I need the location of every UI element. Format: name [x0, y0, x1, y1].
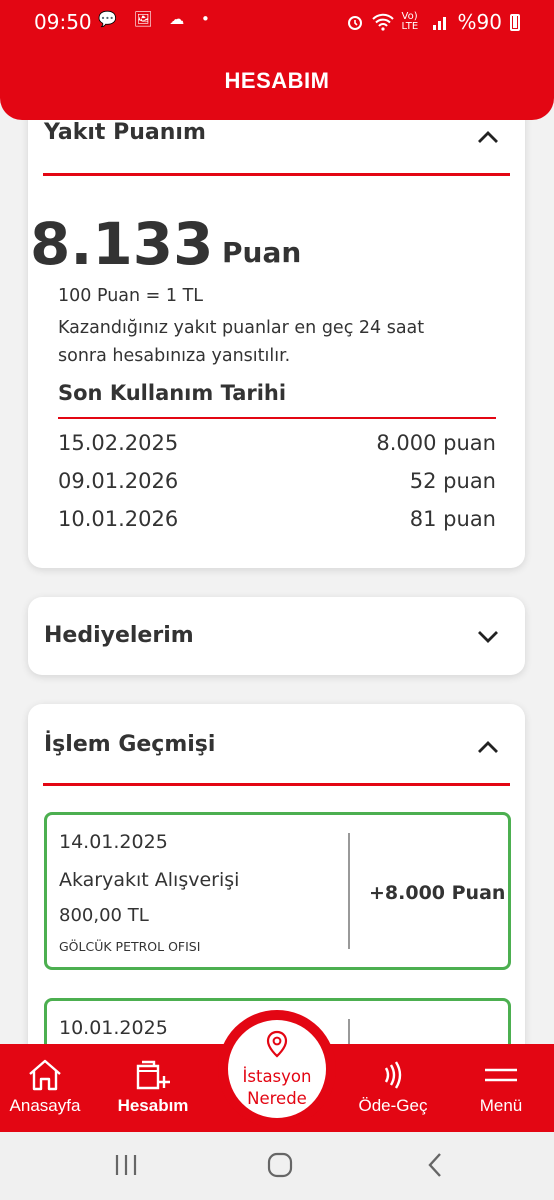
nav-account[interactable]: Hesabım: [108, 1044, 198, 1132]
expiry-date: 09.01.2026: [58, 469, 179, 493]
alarm-icon: [347, 16, 362, 30]
chevron-down-icon[interactable]: [477, 626, 499, 648]
system-navigation-bar: [0, 1132, 554, 1200]
network-label: Vo) LTE: [401, 11, 419, 32]
app-header: 09:50 💬 🖼 ☁ • Vo) LTE %90 HESABIM: [0, 0, 554, 120]
contactless-icon: [384, 1061, 402, 1089]
transaction-date: 14.01.2025: [59, 831, 168, 853]
transaction-item[interactable]: 14.01.2025 Akaryakıt Alışverişi 800,00 T…: [44, 812, 511, 970]
station-finder-button[interactable]: İstasyon Nerede: [218, 1010, 336, 1128]
transaction-date: 10.01.2025: [59, 1017, 168, 1039]
expiry-amount: 8.000 puan: [376, 431, 496, 455]
points-unit: Puan: [222, 236, 302, 269]
expiry-date: 10.01.2026: [58, 507, 179, 531]
recent-apps-icon[interactable]: [112, 1152, 140, 1178]
points-info-line2: sonra hesabınıza yansıtılır.: [58, 346, 291, 366]
nav-pay[interactable]: Öde-Geç: [348, 1044, 438, 1132]
nav-menu-label: Menü: [479, 1096, 523, 1115]
divider: [43, 173, 510, 176]
nav-home-label: Anasayfa: [9, 1096, 81, 1115]
battery-percent: %90: [457, 10, 502, 34]
status-right: Vo) LTE %90: [346, 10, 520, 34]
page-title: HESABIM: [224, 68, 330, 93]
expiry-amount: 52 puan: [409, 469, 496, 493]
expiry-title: Son Kullanım Tarihi: [58, 381, 287, 405]
expiry-amount: 81 puan: [409, 507, 496, 531]
expiry-date: 15.02.2025: [58, 431, 179, 455]
station-finder-label-line2: Nerede: [247, 1089, 307, 1108]
divider: [43, 783, 510, 786]
points-total: 8.133: [30, 210, 214, 278]
transaction-station: GÖLCÜK PETROL OFISI: [59, 939, 201, 954]
home-icon: [29, 1059, 61, 1091]
wallet-plus-icon: [136, 1060, 170, 1090]
expiry-row: 15.02.2025 8.000 puan: [58, 431, 496, 455]
transaction-amount: 800,00 TL: [59, 905, 149, 926]
battery-icon: [510, 13, 520, 31]
nav-menu[interactable]: Menü: [456, 1044, 546, 1132]
home-button-icon[interactable]: [266, 1151, 294, 1179]
points-info-line1: Kazandığınız yakıt puanlar en geç 24 saa…: [58, 318, 425, 338]
transaction-points: +8.000 Puan: [369, 882, 506, 904]
nav-pay-label: Öde-Geç: [358, 1096, 428, 1115]
station-finder-inner: İstasyon Nerede: [228, 1020, 326, 1118]
location-pin-icon: [266, 1030, 288, 1058]
status-bar: 09:50 💬 🖼 ☁ • Vo) LTE %90: [0, 8, 554, 36]
signal-icon: [432, 17, 446, 30]
menu-icon: [485, 1068, 517, 1082]
expiry-row: 09.01.2026 52 puan: [58, 469, 496, 493]
points-rate: 100 Puan = 1 TL: [58, 286, 204, 306]
back-icon[interactable]: [424, 1151, 448, 1179]
history-title: İşlem Geçmişi: [44, 732, 216, 757]
chevron-up-icon[interactable]: [477, 126, 499, 148]
transaction-divider: [348, 833, 350, 949]
fuel-points-title: Yakıt Puanım: [44, 120, 206, 145]
gifts-title: Hediyelerim: [44, 623, 194, 648]
expiry-divider: [58, 417, 496, 419]
expiry-row: 10.01.2026 81 puan: [58, 507, 496, 531]
station-finder-label-line1: İstasyon: [242, 1067, 312, 1086]
chevron-up-icon[interactable]: [477, 736, 499, 758]
gifts-card[interactable]: Hediyelerim: [28, 597, 525, 675]
nav-account-label: Hesabım: [117, 1096, 189, 1115]
status-time: 09:50: [34, 10, 92, 34]
wifi-icon: [371, 13, 394, 31]
station-finder-label: İstasyon Nerede: [228, 1066, 326, 1110]
notification-icons: 💬 🖼 ☁ •: [98, 10, 216, 28]
transaction-type: Akaryakıt Alışverişi: [59, 869, 240, 891]
nav-home[interactable]: Anasayfa: [0, 1044, 90, 1132]
